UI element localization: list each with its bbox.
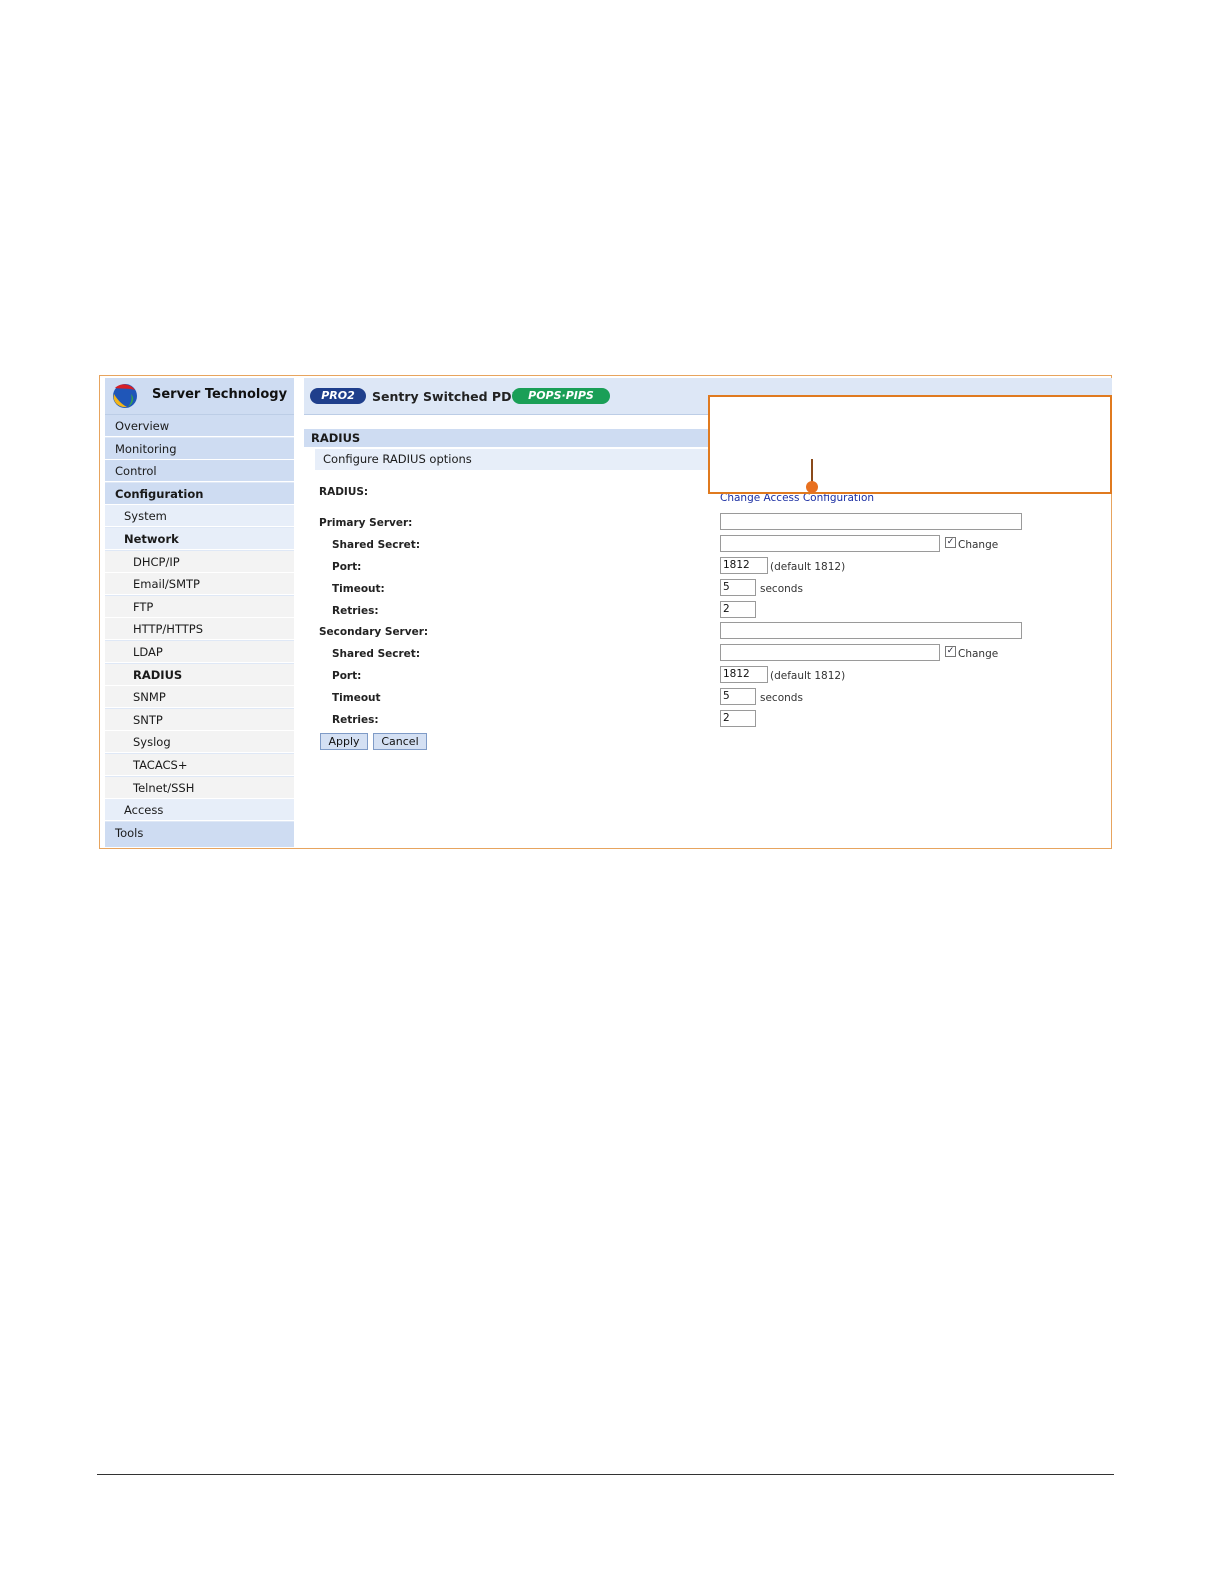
secondary-timeout-unit: seconds [760,692,803,704]
secondary-timeout-label: Timeout [332,692,381,704]
secondary-port-input[interactable]: 1812 [720,666,768,683]
secondary-server-label: Secondary Server: [319,626,429,638]
callout-pointer-dot [806,481,818,493]
server-technology-logo-icon [113,384,137,408]
nav-overview[interactable]: Overview [105,415,294,437]
product-title: Sentry Switched PDU [372,389,522,404]
nav-telnet-ssh[interactable]: Telnet/SSH [105,777,294,799]
secondary-change-checkbox[interactable]: ✓ [945,646,956,657]
nav-tools[interactable]: Tools [105,822,294,848]
pops-pips-badge: POPS·PIPS [512,388,610,404]
section-subtitle: Configure RADIUS options [315,449,708,470]
sidebar: Server Technology Overview Monitoring Co… [105,378,294,848]
section-title: RADIUS [304,429,708,447]
radius-label: RADIUS: [319,486,369,498]
cancel-button[interactable]: Cancel [373,733,427,750]
nav-syslog[interactable]: Syslog [105,731,294,753]
primary-port-hint: (default 1812) [770,561,846,573]
primary-timeout-unit: seconds [760,583,803,595]
primary-timeout-label: Timeout: [332,583,385,595]
primary-server-label: Primary Server: [319,517,413,529]
secondary-port-hint: (default 1812) [770,670,846,682]
primary-change-label: Change [958,539,999,551]
nav-network[interactable]: Network [105,528,294,550]
apply-button[interactable]: Apply [320,733,368,750]
footer-rule [97,1474,1114,1475]
secondary-server-input[interactable] [720,622,1022,639]
primary-server-input[interactable] [720,513,1022,530]
nav-ldap[interactable]: LDAP [105,641,294,663]
nav-system[interactable]: System [105,505,294,527]
nav-snmp[interactable]: SNMP [105,686,294,708]
primary-shared-secret-input[interactable] [720,535,940,552]
secondary-port-label: Port: [332,670,362,682]
primary-port-label: Port: [332,561,362,573]
nav-dhcp-ip[interactable]: DHCP/IP [105,551,294,573]
nav-http-https[interactable]: HTTP/HTTPS [105,618,294,640]
nav-control[interactable]: Control [105,460,294,482]
secondary-shared-secret-input[interactable] [720,644,940,661]
secondary-shared-secret-label: Shared Secret: [332,648,421,660]
nav-configuration[interactable]: Configuration [105,483,294,505]
nav-tacacs[interactable]: TACACS+ [105,754,294,776]
primary-timeout-input[interactable]: 5 [720,579,756,596]
secondary-change-label: Change [958,648,999,660]
primary-retries-input[interactable]: 2 [720,601,756,618]
screenshot-frame: Server Technology Overview Monitoring Co… [99,375,1112,849]
primary-shared-secret-label: Shared Secret: [332,539,421,551]
brand-header: Server Technology [105,378,294,415]
brand-name: Server Technology [152,387,288,402]
nav-monitoring[interactable]: Monitoring [105,438,294,460]
secondary-retries-input[interactable]: 2 [720,710,756,727]
primary-port-input[interactable]: 1812 [720,557,768,574]
nav-access[interactable]: Access [105,799,294,821]
nav-ftp[interactable]: FTP [105,596,294,618]
nav-email-smtp[interactable]: Email/SMTP [105,573,294,595]
primary-change-checkbox[interactable]: ✓ [945,537,956,548]
secondary-timeout-input[interactable]: 5 [720,688,756,705]
nav-sntp[interactable]: SNTP [105,709,294,731]
primary-retries-label: Retries: [332,605,379,617]
callout-box [708,395,1112,494]
pro2-badge: PRO2 [310,388,366,404]
nav-radius[interactable]: RADIUS [105,664,294,686]
secondary-retries-label: Retries: [332,714,379,726]
